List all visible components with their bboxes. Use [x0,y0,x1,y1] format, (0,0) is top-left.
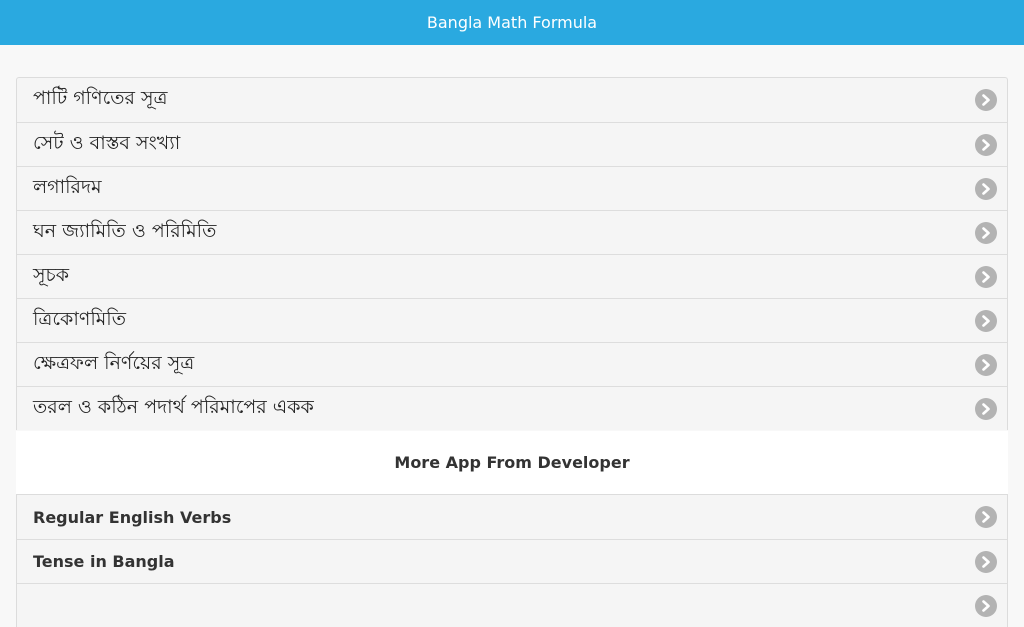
list-item-set[interactable]: সেট ও বাস্তব সংখ্যা [17,122,1007,166]
chevron-right-icon [975,221,997,244]
chevron-right-icon [975,265,997,288]
list-item-patigonit[interactable]: পাটি গণিতের সূত্র [17,78,1007,122]
list-item-area-formula[interactable]: ক্ষেত্রফল নির্ণয়ের সূত্র [17,342,1007,386]
list-item-label: পাটি গণিতের সূত্র [33,87,168,109]
list-item-trigonometry[interactable]: ত্রিকোণমিতি [17,298,1007,342]
chevron-right-icon [975,177,997,200]
list-item-solid-geometry[interactable]: ঘন জ্যামিতি ও পরিমিতি [17,210,1007,254]
chevron-right-icon [975,89,997,111]
chevron-right-icon [975,397,997,420]
list-item-indices[interactable]: সূচক [17,254,1007,298]
chevron-right-icon [975,594,997,617]
list-item-label: ক্ষেত্রফল নির্ণয়ের সূত্র [33,351,195,374]
chevron-right-icon [975,309,997,332]
list-item-label: Regular English Verbs [33,507,232,527]
formula-list: পাটি গণিতের সূত্র সেট ও বাস্তব সংখ্যা লগ… [16,77,1008,430]
list-item-measurement-units[interactable]: তরল ও কঠিন পদার্থ পরিমাপের একক [17,386,1007,430]
chevron-right-icon [975,133,997,156]
app-header: Bangla Math Formula [0,0,1024,45]
more-apps-heading: More App From Developer [16,431,1008,494]
list-item-label: লগারিদম [33,175,102,198]
list-item-label: সেট ও বাস্তব সংখ্যা [33,131,181,154]
chevron-right-icon [975,506,997,528]
list-item-label: Tense in Bangla [33,552,175,571]
app-title: Bangla Math Formula [426,13,598,32]
chevron-right-icon [975,353,997,376]
chevron-right-icon [975,550,997,573]
more-apps-list: Regular English Verbs Tense in Bangla [16,494,1008,627]
more-apps-heading-label: More App From Developer [394,453,630,472]
list-item-label: ঘন জ্যামিতি ও পরিমিতি [33,219,217,242]
list-item-logarithm[interactable]: লগারিদম [17,166,1007,210]
list-item-label: তরল ও কঠিন পদার্থ পরিমাপের একক [33,395,314,418]
list-item-regular-english-verbs[interactable]: Regular English Verbs [17,495,1007,539]
list-item-label: ত্রিকোণমিতি [33,307,126,330]
list-item-partial[interactable] [17,583,1007,627]
list-item-tense-in-bangla[interactable]: Tense in Bangla [17,539,1007,583]
list-item-label: সূচক [33,263,70,286]
